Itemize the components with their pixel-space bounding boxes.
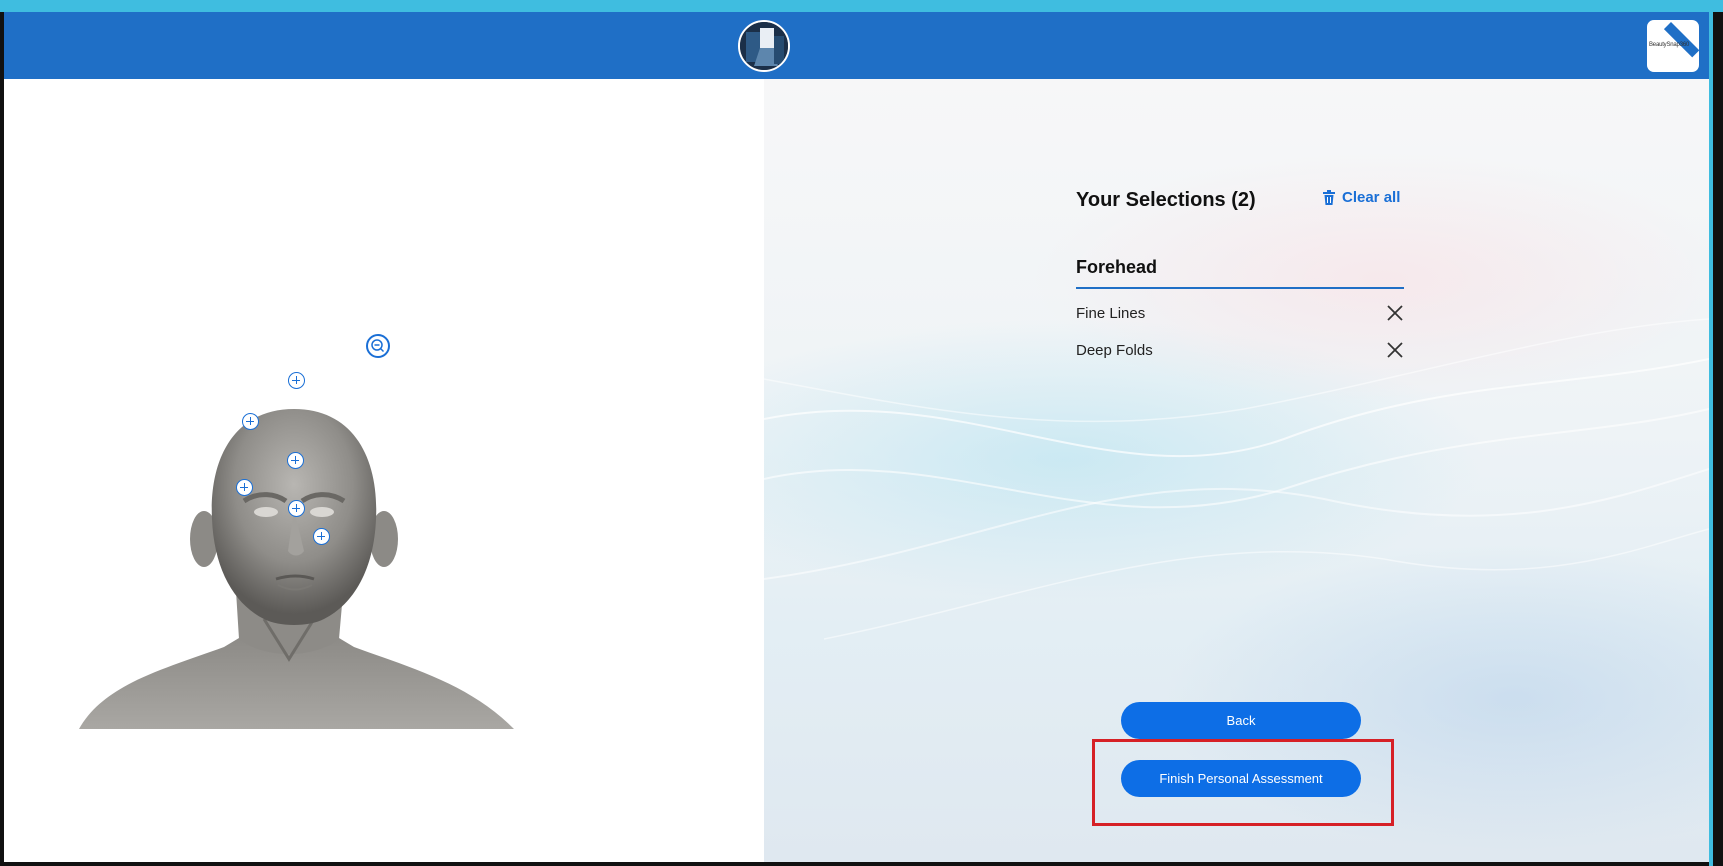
close-icon[interactable] — [1386, 341, 1404, 359]
selections-title: Your Selections (2) — [1076, 189, 1256, 211]
window-right-border — [1709, 12, 1723, 866]
app-window: BeautySnap360 Your Selections (2) Clear … — [4, 12, 1709, 862]
screen-frame: BeautySnap360 Your Selections (2) Clear … — [0, 0, 1723, 866]
back-button[interactable]: Back — [1121, 702, 1361, 739]
selections-pane: Your Selections (2) Clear all Forehead F… — [764, 79, 1709, 862]
temple-marker-plus-icon[interactable] — [242, 413, 259, 430]
highlight-box — [1092, 739, 1394, 826]
clear-all-button[interactable]: Clear all — [1322, 189, 1400, 206]
chin-marker-plus-icon[interactable] — [313, 528, 330, 545]
brand-logo-text: BeautySnap360 — [1649, 42, 1690, 48]
app-header: BeautySnap360 — [4, 12, 1709, 79]
cheek-marker-plus-icon[interactable] — [236, 479, 253, 496]
user-avatar-icon[interactable] — [738, 20, 790, 72]
face-model-image — [64, 329, 524, 729]
brand-logo-icon[interactable]: BeautySnap360 — [1647, 20, 1699, 72]
selection-item: Fine Lines — [1076, 302, 1404, 324]
mouth-marker-plus-icon[interactable] — [288, 500, 305, 517]
group-title-forehead: Forehead — [1076, 257, 1158, 277]
trash-icon — [1323, 190, 1335, 205]
zoom-out-icon[interactable] — [366, 334, 390, 358]
selection-item: Deep Folds — [1076, 339, 1404, 361]
forehead-marker-plus-icon[interactable] — [288, 372, 305, 389]
selection-item-label: Fine Lines — [1076, 304, 1146, 322]
close-icon[interactable] — [1386, 304, 1404, 322]
clear-all-label: Clear all — [1342, 189, 1401, 206]
group-divider — [1076, 287, 1404, 289]
window-top-border — [0, 0, 1723, 12]
logo-ribbon — [1663, 22, 1699, 58]
face-map-pane — [4, 79, 764, 862]
selection-item-label: Deep Folds — [1076, 341, 1153, 359]
nose-marker-plus-icon[interactable] — [287, 452, 304, 469]
